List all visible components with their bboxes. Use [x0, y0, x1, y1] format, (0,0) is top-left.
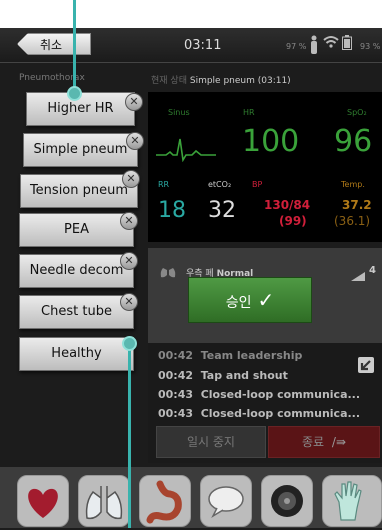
etco2-value: 32 [208, 198, 236, 223]
scenario-button-tension-pneum[interactable]: Tension pneum [20, 174, 138, 208]
pause-button[interactable]: 일시 중지 [156, 426, 266, 458]
glove-tool-button[interactable] [322, 475, 382, 527]
speaker-icon [271, 485, 303, 517]
temp-sub: (36.1) [334, 214, 371, 228]
scenario-button-needle-decom[interactable]: Needle decom [19, 254, 134, 288]
state-prefix: 현재 상태 [151, 76, 187, 86]
etco2-label: etCO₂ [208, 180, 232, 189]
clock: 03:11 [184, 38, 222, 53]
ecg-waveform [156, 138, 216, 162]
bp-value: 130/84 [264, 198, 311, 212]
close-icon[interactable]: ✕ [120, 252, 138, 270]
glove-icon [334, 481, 362, 521]
battery-percent-right: 93 % [360, 42, 381, 51]
temp-value: 37.2 [342, 198, 372, 212]
bp-label: BP [252, 180, 263, 189]
sound-tool-button[interactable] [261, 475, 313, 527]
signal-value: 4 [369, 265, 376, 276]
scenario-button-healthy[interactable]: Healthy [19, 337, 134, 371]
spo2-value: 96 [334, 124, 373, 159]
speech-bubble-icon [208, 486, 244, 518]
speech-tool-button[interactable] [200, 475, 252, 527]
close-icon[interactable]: ✕ [126, 132, 144, 150]
top-strip [0, 0, 382, 28]
lungs-icon-large [85, 486, 123, 520]
scenario-button-simple-pneum[interactable]: Simple pneum [23, 133, 138, 167]
drag-line-top [73, 0, 76, 90]
end-button[interactable]: 종료 /⇛ [268, 426, 380, 458]
bp-map: (99) [279, 214, 307, 228]
log-line-4: 00:43 Closed-loop communica... [158, 407, 361, 420]
rr-value: 18 [158, 198, 186, 223]
person-icon [309, 35, 319, 59]
close-icon[interactable]: ✕ [120, 293, 138, 311]
expand-log-icon[interactable] [358, 357, 374, 373]
drag-line-bottom [128, 344, 131, 528]
heart-icon [28, 488, 58, 518]
vitals-monitor: Sinus HR SpO₂ 100 96 RR etCO₂ BP Temp. 1… [148, 92, 382, 242]
scenario-button-chest-tube[interactable]: Chest tube [19, 295, 134, 329]
battery-percent-left: 97 % [286, 42, 307, 51]
drag-handle-bottom[interactable] [122, 336, 137, 351]
lungs-icon [160, 264, 176, 283]
signal-icon [351, 266, 365, 285]
scenario-button-pea[interactable]: PEA [19, 213, 134, 247]
hr-label: HR [243, 108, 255, 117]
log-line-3: 00:43 Closed-loop communica... [158, 388, 361, 401]
log-line-2: 00:42 Tap and shout [158, 369, 288, 382]
close-icon[interactable]: ✕ [122, 170, 140, 188]
status-bar: 취소 03:11 97 % 93 % [0, 28, 382, 63]
state-value: Simple pneum (03:11) [189, 76, 291, 86]
end-arrow-icon: /⇛ [331, 435, 347, 449]
stomach-tool-button[interactable] [139, 475, 191, 527]
check-icon: ✓ [257, 288, 275, 312]
drag-handle-top[interactable] [67, 86, 82, 101]
heart-tool-button[interactable] [17, 475, 69, 527]
approve-button[interactable]: 승인 ✓ [188, 277, 312, 323]
close-icon[interactable]: ✕ [120, 212, 138, 230]
lungs-tool-button[interactable] [78, 475, 130, 527]
temp-label: Temp. [341, 180, 365, 189]
spo2-label: SpO₂ [347, 108, 367, 117]
log-line-1: 00:42 Team leadership [158, 349, 303, 362]
battery-icon [342, 35, 352, 54]
cancel-button[interactable]: 취소 [17, 33, 91, 55]
stomach-icon [146, 480, 182, 524]
current-state: 현재 상태 Simple pneum (03:11) [151, 73, 291, 86]
wifi-icon [323, 35, 339, 53]
rhythm-label: Sinus [168, 108, 190, 117]
rr-label: RR [158, 180, 170, 189]
hr-value: 100 [242, 124, 300, 159]
close-icon[interactable]: ✕ [125, 93, 143, 111]
end-button-label: 종료 [301, 435, 325, 449]
approve-label: 승인 [225, 295, 252, 311]
